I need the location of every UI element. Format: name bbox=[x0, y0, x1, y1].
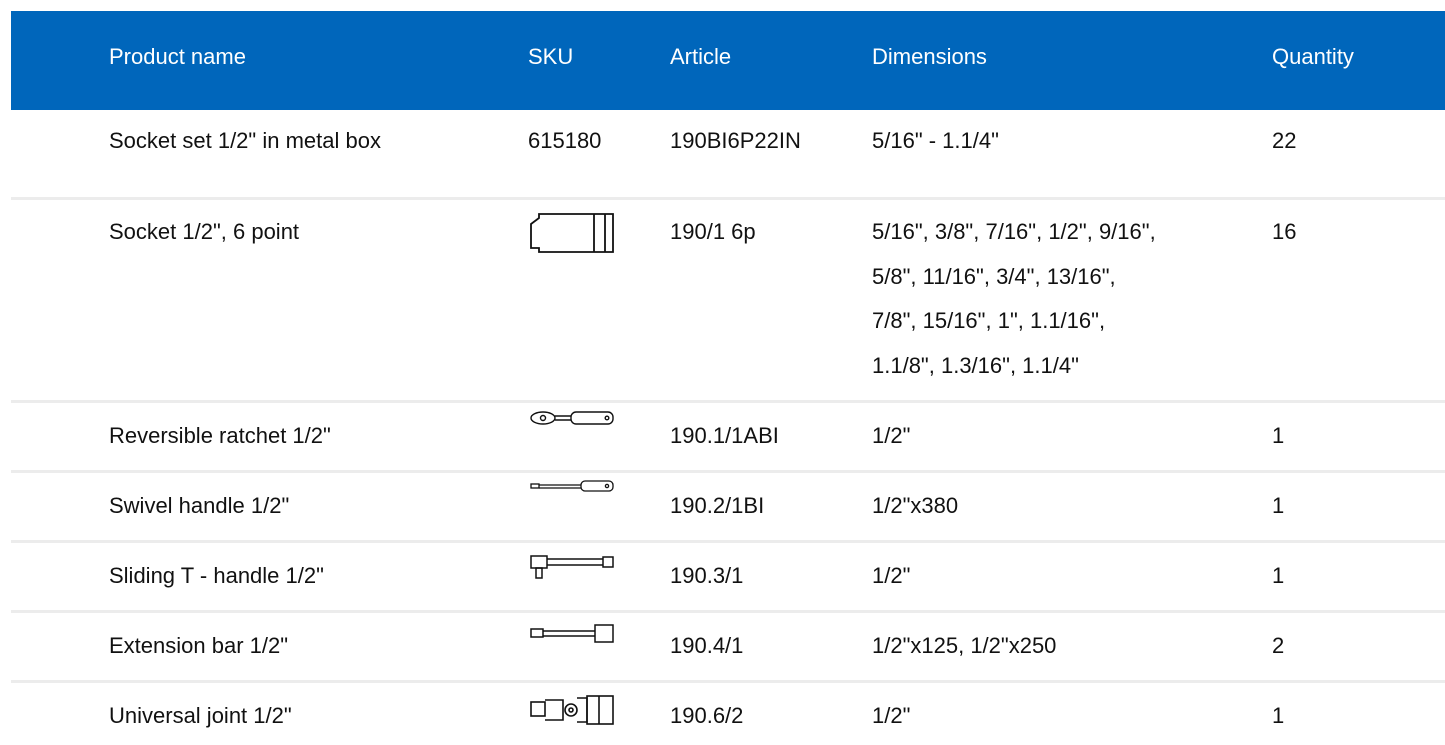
table-header: Product name SKU Article Dimensions Quan… bbox=[11, 11, 1445, 110]
dimensions-value: 1/2"x380 bbox=[872, 493, 959, 518]
product-name: Sliding T - handle 1/2" bbox=[109, 563, 324, 588]
sku-value: 615180 bbox=[528, 128, 602, 153]
ratchet-icon bbox=[529, 409, 617, 429]
quantity-value: 1 bbox=[1272, 563, 1285, 588]
product-name: Universal joint 1/2" bbox=[109, 703, 292, 728]
product-name: Reversible ratchet 1/2" bbox=[109, 423, 331, 448]
article-value: 190.3/1 bbox=[670, 563, 744, 588]
product-name: Extension bar 1/2" bbox=[109, 633, 289, 658]
extension-bar-icon bbox=[529, 623, 617, 647]
dimensions-value: 5/16" - 1.1/4" bbox=[872, 128, 999, 153]
quantity-value: 2 bbox=[1272, 633, 1285, 658]
universal-joint-icon bbox=[529, 694, 617, 726]
header-dimensions: Dimensions bbox=[872, 44, 987, 69]
header-quantity: Quantity bbox=[1272, 44, 1354, 69]
table-row: Sliding T - handle 1/2" 190.3/1 1/2" 1 bbox=[11, 543, 1445, 613]
product-table: Product name SKU Article Dimensions Quan… bbox=[11, 11, 1445, 745]
article-value: 190.2/1BI bbox=[670, 493, 765, 518]
t-handle-icon bbox=[529, 553, 617, 581]
socket-icon bbox=[529, 212, 617, 256]
swivel-handle-icon bbox=[529, 479, 617, 495]
quantity-value: 1 bbox=[1272, 493, 1285, 518]
dimensions-value: 1/2" bbox=[872, 423, 911, 448]
table-row: Extension bar 1/2" 190.4/1 1/2"x125, 1/2… bbox=[11, 613, 1445, 683]
header-product-name: Product name bbox=[109, 44, 246, 69]
article-value: 190.4/1 bbox=[670, 633, 744, 658]
dimensions-line: 5/8", 11/16", 3/4", 13/16", bbox=[872, 263, 1116, 289]
quantity-value: 22 bbox=[1272, 128, 1297, 153]
dimensions-value: 1/2" bbox=[872, 703, 911, 728]
dimensions-line: 5/16", 3/8", 7/16", 1/2", 9/16", bbox=[872, 219, 1156, 244]
table-row: Reversible ratchet 1/2" 190.1/1ABI 1/2" … bbox=[11, 403, 1445, 473]
article-value: 190/1 6p bbox=[670, 219, 756, 244]
header-article: Article bbox=[670, 44, 732, 69]
product-name: Socket 1/2", 6 point bbox=[109, 219, 300, 244]
quantity-value: 16 bbox=[1272, 219, 1297, 244]
table-row: Socket set 1/2" in metal box 615180 190B… bbox=[11, 110, 1445, 200]
table-row: Swivel handle 1/2" 190.2/1BI 1/2"x380 1 bbox=[11, 473, 1445, 543]
dimensions-value: 1/2" bbox=[872, 563, 911, 588]
dimensions-value: 1/2"x125, 1/2"x250 bbox=[872, 633, 1057, 658]
article-value: 190.1/1ABI bbox=[670, 423, 779, 448]
article-value: 190.6/2 bbox=[670, 703, 744, 728]
dimensions-line: 7/8", 15/16", 1", 1.1/16", bbox=[872, 308, 1106, 333]
dimensions-value: 5/16", 3/8", 7/16", 1/2", 9/16", 5/8", 1… bbox=[872, 210, 1156, 388]
table-row: Universal joint 1/2" 190.6/2 1/2" 1 bbox=[11, 683, 1445, 745]
product-name: Socket set 1/2" in metal box bbox=[109, 128, 381, 153]
table-row: Socket 1/2", 6 point 190/1 6p 5/16", 3/8… bbox=[11, 200, 1445, 403]
product-name: Swivel handle 1/2" bbox=[109, 493, 290, 518]
quantity-value: 1 bbox=[1272, 703, 1285, 728]
header-sku: SKU bbox=[528, 44, 574, 69]
article-value: 190BI6P22IN bbox=[670, 128, 801, 153]
dimensions-line: 1.1/8", 1.3/16", 1.1/4" bbox=[872, 352, 1079, 378]
quantity-value: 1 bbox=[1272, 423, 1285, 448]
